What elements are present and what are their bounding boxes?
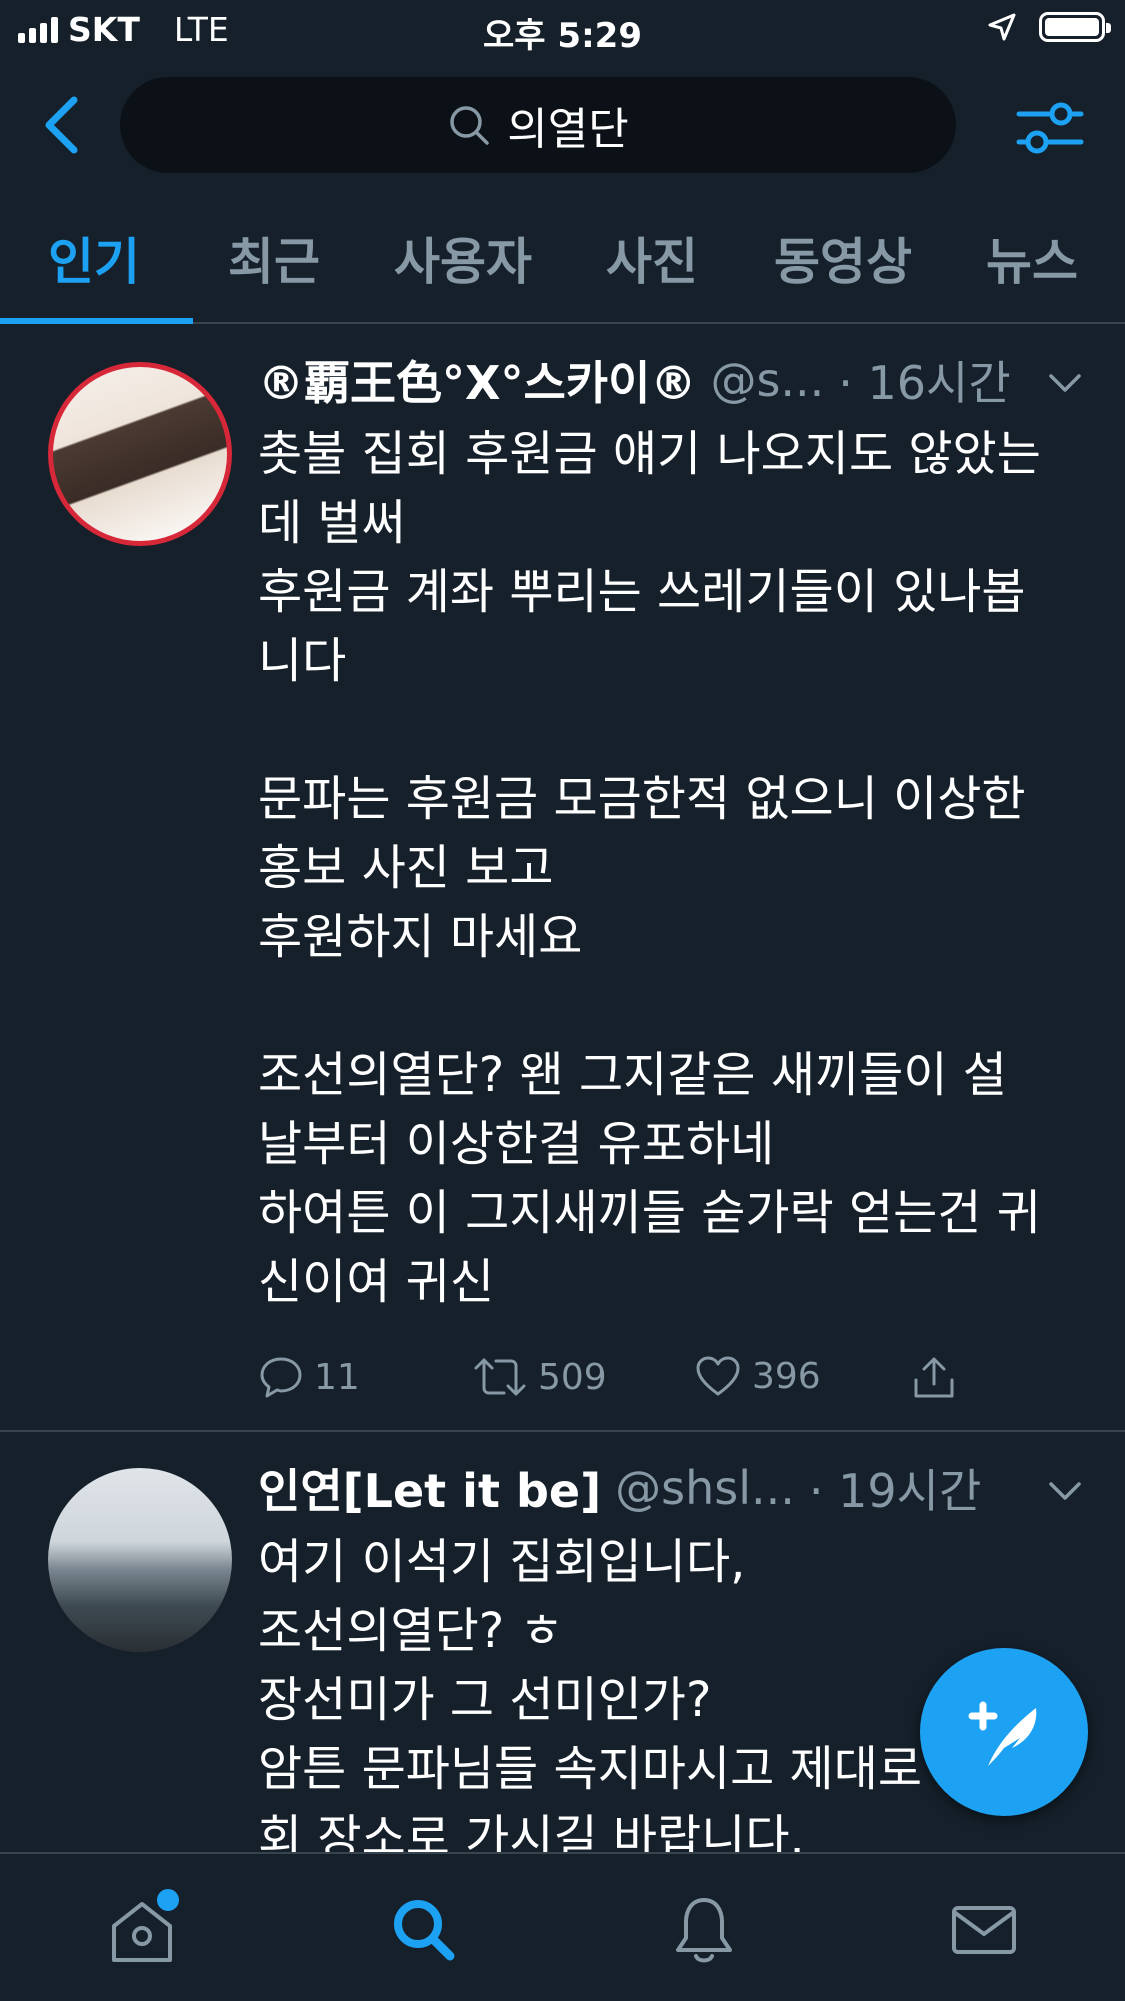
heart-icon (696, 1356, 740, 1396)
tweet-line: 데 벌써 (258, 495, 406, 551)
tab-latest[interactable]: 최근 (228, 222, 320, 294)
chevron-down-icon[interactable] (1045, 368, 1085, 398)
tab-people[interactable]: 사용자 (394, 222, 532, 294)
notification-dot (154, 1886, 182, 1914)
search-tabs: 인기 최근 사용자 사진 동영상 뉴스 (0, 192, 1125, 324)
tweet-time: · 16시간 (838, 356, 1011, 410)
like-button[interactable]: 396 (694, 1354, 821, 1398)
status-right (987, 12, 1111, 42)
bell-icon (676, 1898, 732, 1963)
tweet-line: 하여튼 이 그지새끼들 숟가락 얻는건 귀 (258, 1185, 1041, 1241)
tweet-blank-line (258, 696, 1088, 765)
reply-button[interactable]: 11 (258, 1354, 360, 1400)
status-bar: SKT LTE 오후 5:29 (0, 0, 1125, 62)
tweet-line: 후원금 계좌 뿌리는 쓰레기들이 있나봅 (258, 564, 1026, 620)
like-count: 396 (752, 1355, 821, 1397)
search-icon (394, 1900, 455, 1961)
share-icon (914, 1357, 954, 1398)
location-icon (988, 13, 1016, 41)
tweet-header: ®覇王色°X°스카이® @s... · 16시간 (258, 350, 1085, 410)
clock: 오후 5:29 (483, 16, 642, 56)
back-chevron-icon[interactable] (34, 90, 94, 160)
tab-popular[interactable]: 인기 (48, 222, 140, 294)
tweet-line: 후원하지 마세요 (258, 909, 583, 965)
tweet-line: 홍보 사진 보고 (258, 840, 554, 896)
compose-tweet-button[interactable] (920, 1648, 1088, 1816)
search-icon (450, 106, 490, 145)
user-name[interactable]: ®覇王色°X°스카이® (258, 347, 696, 413)
search-input[interactable]: 의열단 (120, 77, 956, 173)
tweet-line: 조선의열단? 왠 그지같은 새끼들이 설 (258, 1047, 1007, 1103)
search-header: 의열단 (0, 62, 1125, 192)
user-handle[interactable]: @s... (710, 353, 824, 407)
tab-videos[interactable]: 동영상 (774, 222, 912, 294)
compose-feather-icon (968, 1701, 1037, 1766)
sliders-icon[interactable] (1015, 98, 1085, 158)
nav-explore[interactable] (384, 1890, 464, 1970)
user-handle[interactable]: @shsl... (615, 1461, 795, 1515)
user-name[interactable]: 인연[Let it be] (258, 1455, 601, 1521)
tweet-line: 촛불 집회 후원금 얘기 나오지도 않았는 (258, 426, 1041, 482)
bottom-navigation (0, 1852, 1125, 2001)
tweet-blank-line (258, 972, 1088, 1041)
retweet-icon (474, 1358, 526, 1396)
tweet-time: · 19시간 (808, 1464, 982, 1518)
nav-home[interactable] (102, 1886, 182, 1970)
battery-icon (1039, 12, 1111, 42)
avatar[interactable] (48, 362, 232, 546)
retweet-button[interactable]: 509 (472, 1354, 607, 1400)
tweet-line: 여기 이석기 집회입니다, (258, 1534, 746, 1590)
nav-messages[interactable] (944, 1890, 1024, 1970)
tweet[interactable]: ®覇王色°X°스카이® @s... · 16시간 촛불 집회 후원금 얘기 나오… (0, 324, 1125, 1432)
tweet-line: 조선의열단? ㅎ (258, 1603, 564, 1659)
retweet-count: 509 (538, 1356, 607, 1398)
tweet-header: 인연[Let it be] @shsl... · 19시간 (258, 1458, 1085, 1518)
tab-news[interactable]: 뉴스 (986, 222, 1078, 294)
share-button[interactable] (910, 1354, 958, 1402)
mail-icon (952, 1906, 1016, 1954)
search-query-text: 의열단 (507, 104, 629, 155)
nav-notifications[interactable] (664, 1890, 744, 1970)
tweet-line: 날부터 이상한걸 유포하네 (258, 1116, 775, 1172)
tweet-line: 문파는 후원금 모금한적 없으니 이상한 (258, 771, 1026, 827)
tweet-line: 니다 (258, 633, 347, 689)
chevron-down-icon[interactable] (1045, 1476, 1085, 1506)
comment-icon (260, 1357, 302, 1398)
tweet-line: 신이여 귀신 (258, 1254, 495, 1310)
tweet-text: 촛불 집회 후원금 얘기 나오지도 않았는 데 벌써 후원금 계좌 뿌리는 쓰레… (258, 420, 1088, 1317)
reply-count: 11 (314, 1356, 360, 1398)
tweet-actions: 11 509 396 (258, 1354, 1038, 1414)
tab-photos[interactable]: 사진 (606, 222, 698, 294)
tweet-line: 회 장소로 가시길 바랍니다. (258, 1810, 805, 1852)
avatar[interactable] (48, 1468, 232, 1652)
